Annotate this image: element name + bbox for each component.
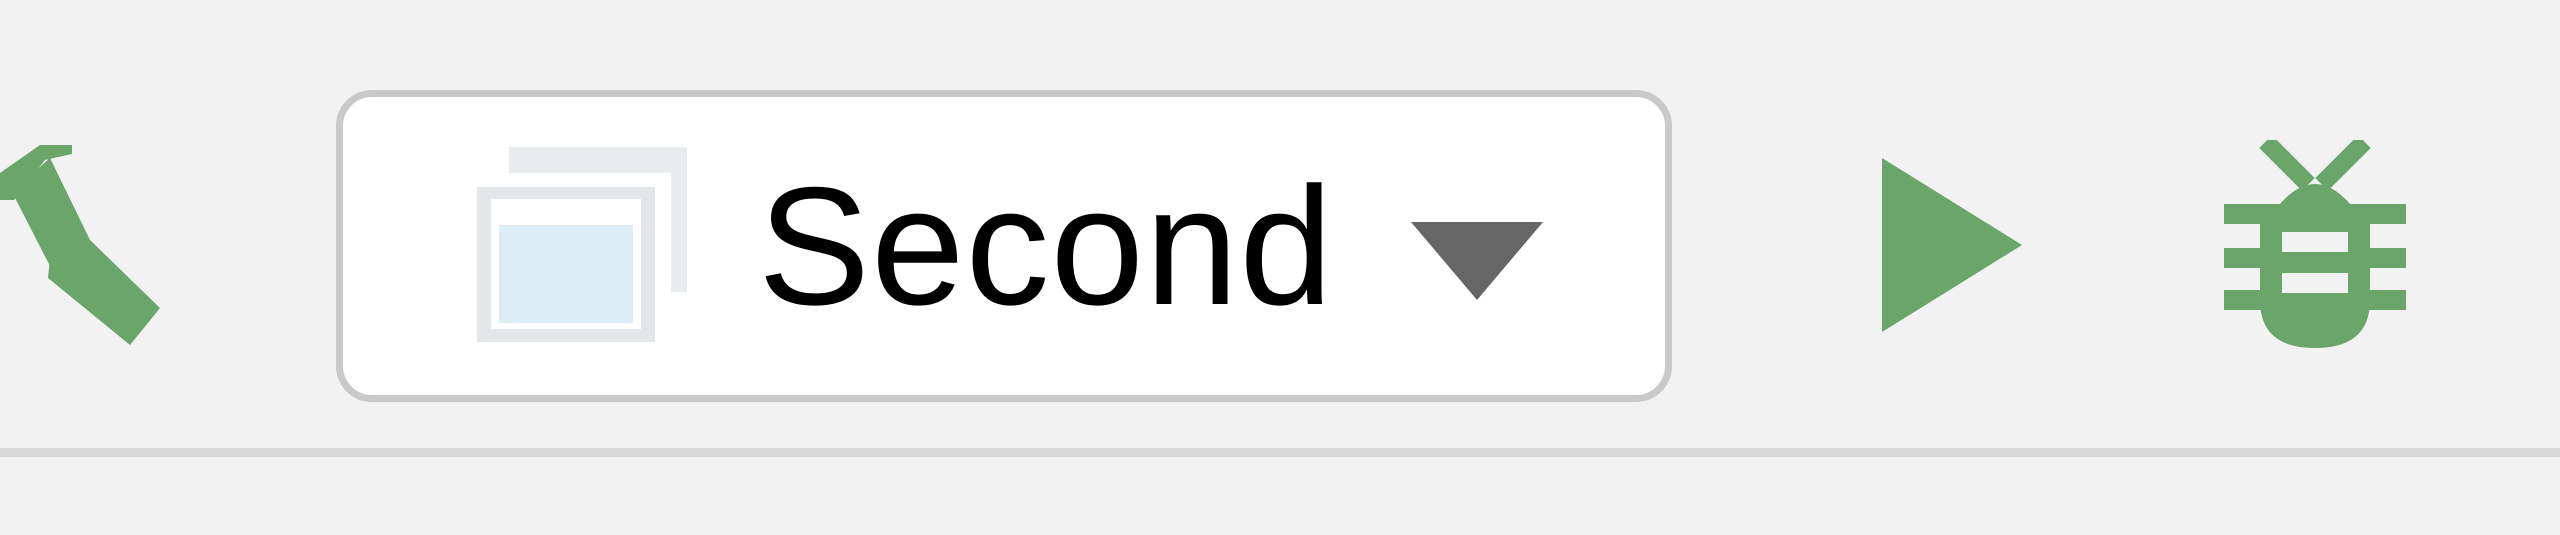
dropdown-triangle-icon	[1411, 222, 1543, 300]
run-configuration-dropdown[interactable]: Second	[336, 90, 1672, 402]
build-button[interactable]	[0, 140, 170, 355]
run-button[interactable]	[1870, 150, 2030, 340]
toolbar: Second	[0, 0, 2560, 450]
application-window-icon	[477, 147, 687, 342]
play-icon	[1882, 158, 2022, 332]
debug-button[interactable]	[2220, 135, 2410, 355]
content-area	[0, 457, 2560, 535]
run-configuration-label: Second	[758, 152, 1334, 340]
bug-icon	[2224, 135, 2406, 348]
hammer-icon	[0, 145, 160, 345]
toolbar-separator	[0, 448, 2560, 457]
